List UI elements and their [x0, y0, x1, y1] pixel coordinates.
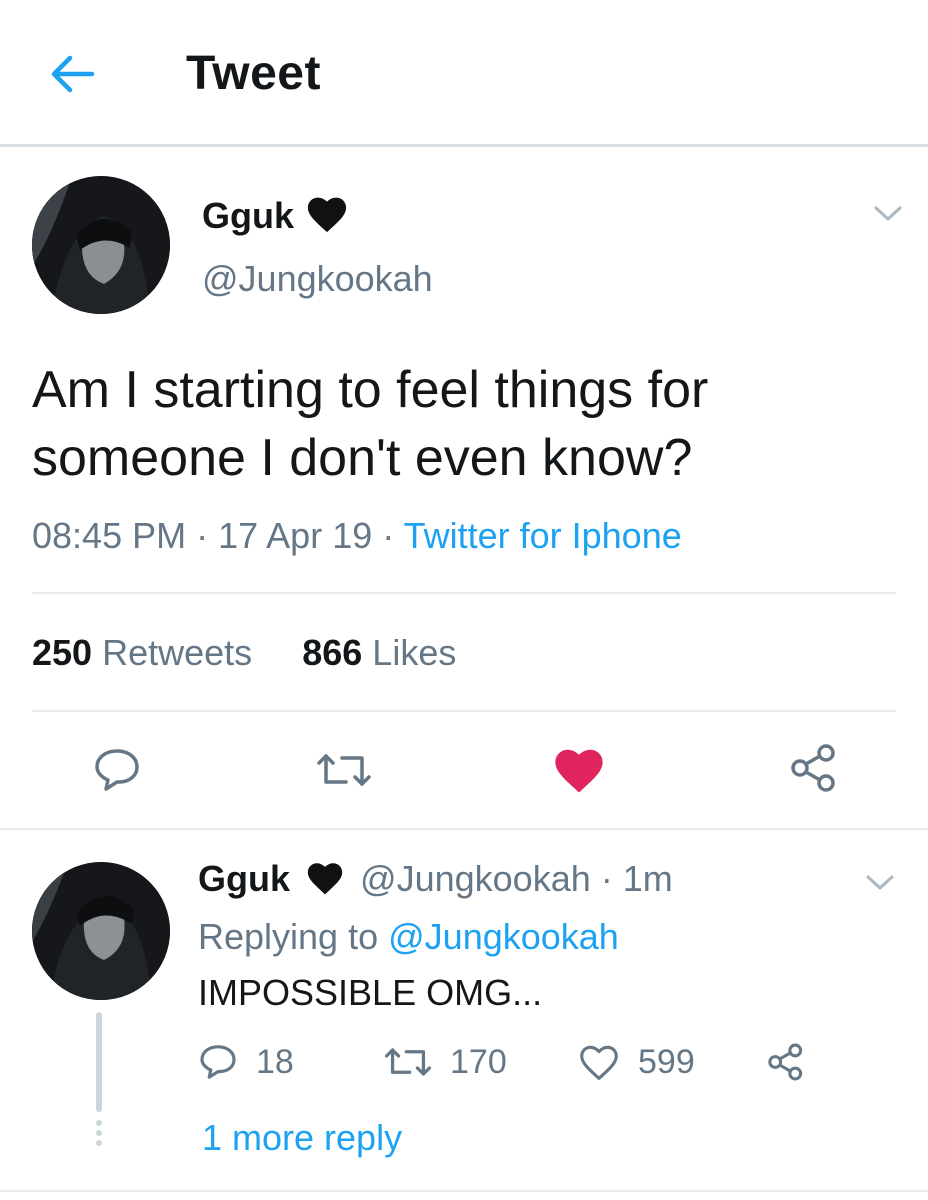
likes-stat[interactable]: 866 Likes	[302, 632, 456, 673]
reply-text: IMPOSSIBLE OMG...	[198, 972, 543, 1013]
heart-outline-icon	[580, 1045, 618, 1080]
comment-icon	[95, 749, 139, 791]
tweet-source-link[interactable]: Twitter for Iphone	[404, 515, 682, 556]
page-title: Tweet	[186, 47, 321, 100]
retweets-count: 250	[32, 632, 93, 673]
author-handle: @Jungkookah	[202, 258, 433, 299]
more-replies-link[interactable]: 1 more reply	[202, 1117, 402, 1159]
arrow-left-icon	[51, 55, 95, 93]
reply-reply-button[interactable]: 18	[198, 1040, 294, 1084]
separator: ·	[196, 515, 219, 556]
replying-prefix: Replying to	[198, 916, 379, 957]
tweet-author[interactable]: Gguk	[202, 194, 350, 237]
tweet-text-line: Am I starting to feel things for	[32, 361, 709, 419]
chevron-down-icon[interactable]	[873, 204, 903, 224]
retweets-label: Retweets	[102, 632, 253, 673]
author-name: Gguk	[202, 195, 295, 236]
reply-retweet-button[interactable]: 170	[384, 1040, 507, 1084]
reply-share-button[interactable]	[766, 1040, 824, 1084]
retweet-icon	[384, 1048, 432, 1076]
back-button[interactable]	[46, 50, 98, 98]
tweet-text: Am I starting to feel things for someone…	[32, 356, 902, 492]
tweet-meta: 08:45 PM · 17 Apr 19 · Twitter for Iphon…	[32, 515, 682, 557]
share-icon	[768, 1043, 803, 1081]
avatar-image	[32, 176, 170, 314]
tweet-date: 17 Apr 19	[218, 515, 373, 556]
retweets-stat[interactable]: 250 Retweets	[32, 632, 252, 673]
tweet-text-line: someone I don't even know?	[32, 429, 693, 487]
reply-button[interactable]	[92, 745, 142, 795]
reply-author-handle: @Jungkookah	[360, 858, 591, 899]
separator: ·	[600, 858, 623, 899]
engagement-stats: 250 Retweets 866 Likes	[32, 632, 456, 674]
retweet-button[interactable]	[316, 748, 372, 792]
thread-dots	[94, 1120, 104, 1150]
avatar[interactable]	[32, 176, 170, 314]
heart-filled-icon	[555, 749, 603, 793]
header-divider	[0, 144, 928, 147]
likes-label: Likes	[372, 632, 457, 673]
like-button[interactable]	[552, 745, 606, 795]
chevron-down-icon[interactable]	[865, 873, 895, 893]
thread-line	[96, 1012, 102, 1112]
likes-count: 866	[302, 632, 363, 673]
separator: ·	[382, 515, 404, 556]
divider	[32, 592, 896, 594]
retweet-count: 170	[450, 1042, 507, 1081]
reply-age: 1m	[622, 858, 673, 899]
share-button[interactable]	[788, 742, 840, 794]
share-icon	[791, 744, 835, 792]
avatar-image	[32, 862, 170, 1000]
black-heart-icon	[307, 863, 343, 895]
replying-to: Replying to @Jungkookah	[198, 916, 619, 958]
like-count: 599	[638, 1042, 695, 1081]
reply-count: 18	[256, 1042, 294, 1081]
divider	[0, 1190, 928, 1192]
replying-to-link[interactable]: @Jungkookah	[388, 916, 619, 957]
top-app-bar: Tweet	[0, 0, 928, 145]
reply-author-name: Gguk	[198, 858, 291, 899]
tweet-time: 08:45 PM	[32, 515, 187, 556]
avatar[interactable]	[32, 862, 170, 1000]
reply-header[interactable]: Gguk @Jungkookah · 1m	[198, 858, 673, 900]
comment-icon	[200, 1045, 236, 1079]
divider	[0, 828, 928, 830]
reply-like-button[interactable]: 599	[578, 1040, 695, 1084]
divider	[32, 710, 896, 712]
retweet-icon	[317, 754, 371, 786]
black-heart-icon	[308, 197, 347, 233]
